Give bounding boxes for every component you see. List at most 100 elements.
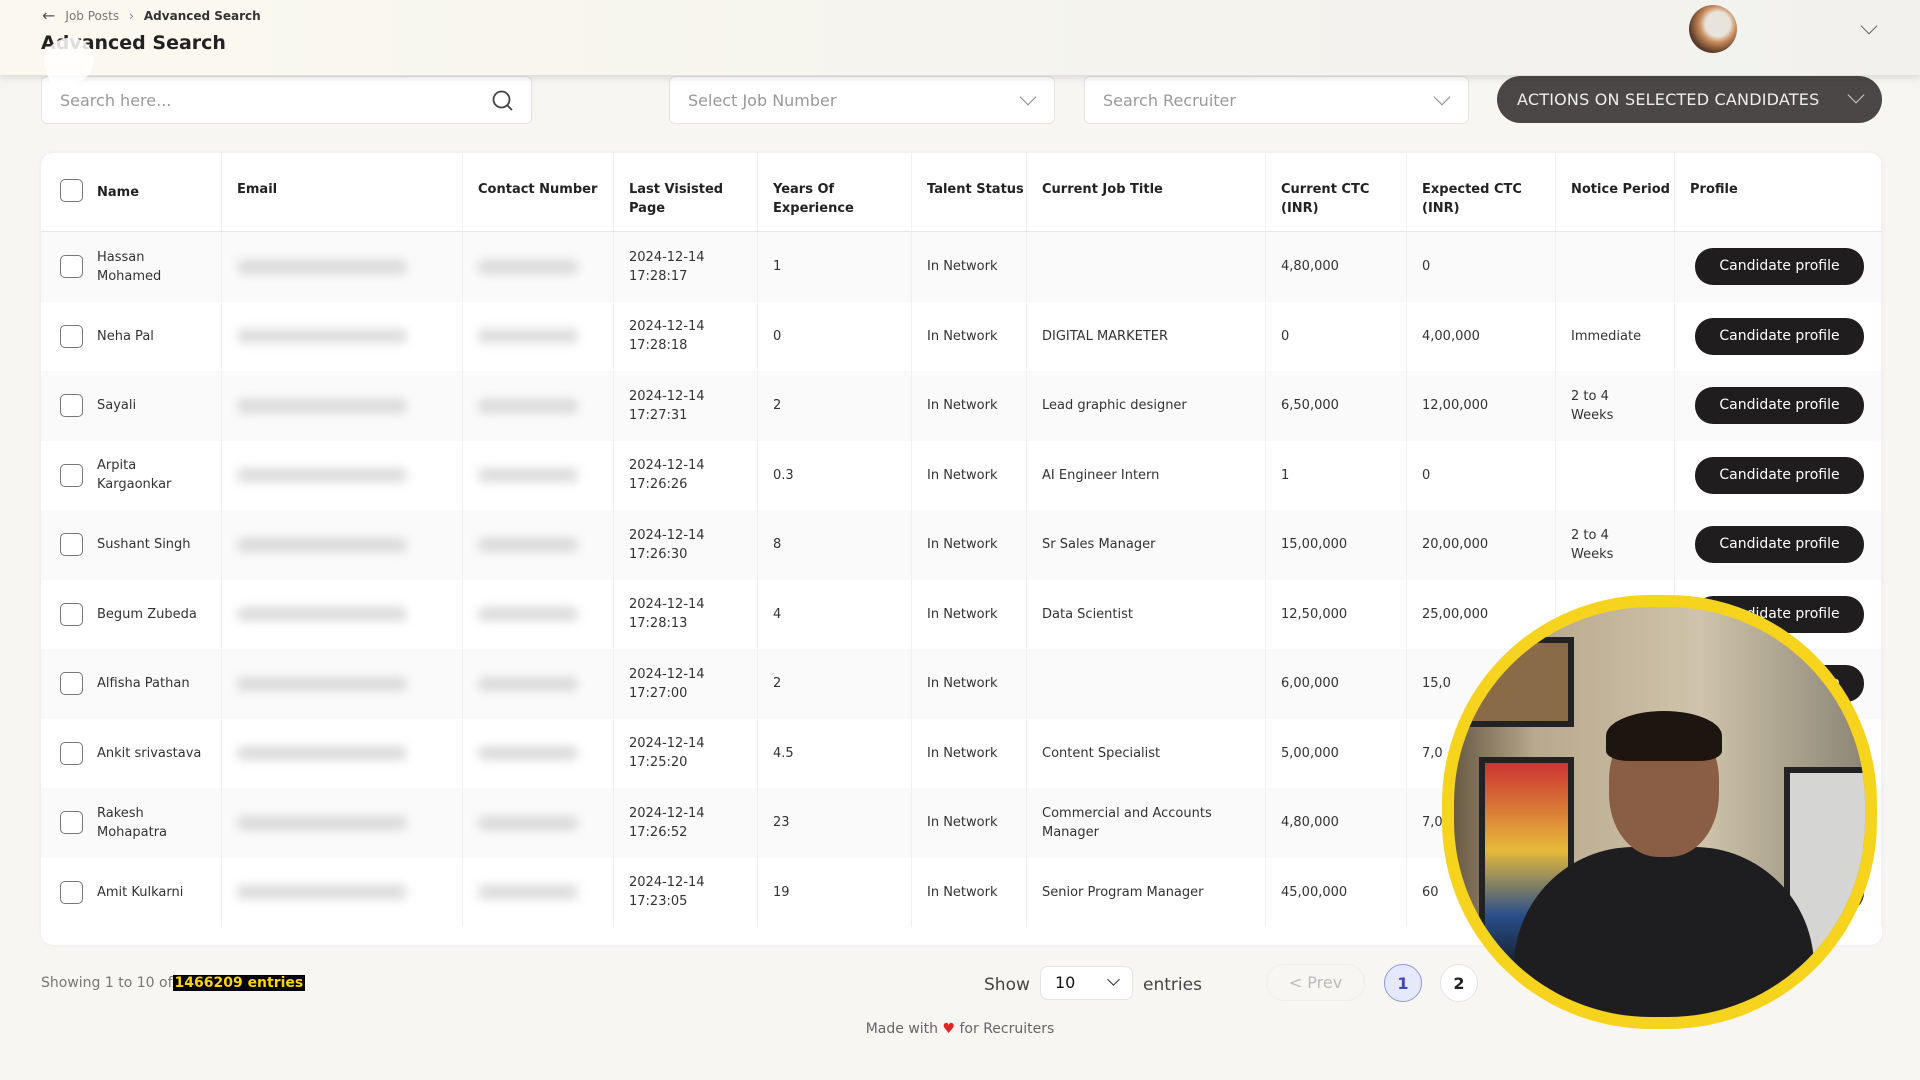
chevron-down-icon[interactable] [1860, 17, 1878, 35]
page-size-select[interactable]: 10 [1040, 966, 1133, 1000]
cur-value: 4,80,000 [1281, 259, 1339, 275]
candidate-profile-button[interactable]: Candidate profile [1695, 456, 1864, 494]
candidate-name: Rakesh Mohapatra [97, 805, 168, 840]
column-header: Current CTC (INR) [1266, 153, 1407, 231]
breadcrumb-current: Advanced Search [143, 8, 261, 23]
table-cell: 2024-12-14 17:27:00 [614, 649, 758, 719]
table-cell: 23 [758, 788, 912, 858]
candidate-profile-button[interactable]: Candidate profile [1695, 526, 1864, 564]
job-number-select[interactable]: Select Job Number [669, 76, 1055, 124]
table-cell: 4.5 [758, 718, 912, 788]
column-header-label: Notice Period [1571, 182, 1670, 197]
actions-on-selected-button[interactable]: ACTIONS ON SELECTED CANDIDATES [1497, 76, 1882, 123]
table-cell [222, 649, 463, 719]
made-with-text: Made with ♥ for Recruiters [855, 1021, 1065, 1037]
candidate-profile-button[interactable]: Candidate profile [1695, 248, 1864, 286]
webcam-overlay [1442, 595, 1877, 1029]
table-cell [463, 718, 614, 788]
job-number-placeholder: Select Job Number [688, 90, 837, 110]
breadcrumb-job-posts[interactable]: Job Posts [65, 9, 119, 23]
table-cell [222, 232, 463, 302]
column-header: Profile [1675, 153, 1882, 231]
redacted-email [237, 607, 407, 622]
row-checkbox[interactable] [60, 741, 83, 765]
avatar[interactable] [1689, 5, 1737, 53]
row-checkbox[interactable] [60, 463, 83, 487]
table-cell: 2024-12-14 17:25:20 [614, 718, 758, 788]
redacted-contact [478, 398, 578, 413]
candidate-name: Arpita Kargaonkar [97, 458, 172, 493]
cur-value: 15,00,000 [1281, 537, 1348, 553]
page-size-value: 10 [1055, 973, 1076, 992]
last-value: 2024-12-14 17:26:52 [629, 805, 705, 840]
title-value: Lead graphic designer [1042, 398, 1187, 414]
chevron-down-icon [1847, 86, 1865, 104]
table-cell: 2 [758, 649, 912, 719]
redacted-email [237, 468, 407, 483]
uplers-logo-watermark [37, 30, 101, 92]
search-icon[interactable] [491, 89, 515, 113]
status-value: In Network [927, 815, 998, 831]
exp-value: 20,00,000 [1422, 537, 1489, 553]
table-cell: 0 [1407, 232, 1556, 302]
redacted-email [237, 398, 407, 413]
search-input[interactable]: Search here... [41, 76, 532, 124]
table-cell: Alfisha Pathan [41, 649, 222, 719]
table-cell: Sr Sales Manager [1027, 510, 1266, 580]
status-value: In Network [927, 259, 998, 275]
redacted-contact [478, 468, 578, 483]
table-cell [222, 510, 463, 580]
breadcrumb: ← Job Posts › Advanced Search [42, 6, 261, 25]
redacted-contact [478, 537, 578, 552]
row-checkbox[interactable] [60, 880, 83, 904]
row-checkbox[interactable] [60, 394, 83, 418]
last-value: 2024-12-14 17:25:20 [629, 736, 705, 771]
years-value: 23 [773, 815, 790, 831]
prev-page-button[interactable]: < Prev [1266, 964, 1365, 1001]
redacted-contact [478, 676, 578, 691]
title-value: Senior Program Manager [1042, 884, 1204, 900]
years-value: 0.3 [773, 467, 794, 483]
table-cell: 2 to 4 Weeks [1556, 371, 1675, 441]
table-cell [222, 301, 463, 371]
exp-value: 0 [1422, 259, 1431, 275]
top-bar: ← Job Posts › Advanced Search Advanced S… [0, 0, 1920, 92]
table-cell: Commercial and Accounts Manager [1027, 788, 1266, 858]
table-row: Neha Pal 2024-12-14 17:28:18 0 In Network DI… [41, 301, 1882, 371]
candidate-name: Begum Zubeda [97, 606, 197, 622]
years-value: 4.5 [773, 745, 794, 761]
page-2-button[interactable]: 2 [1440, 964, 1478, 1002]
redacted-contact [478, 815, 578, 830]
row-checkbox[interactable] [60, 672, 83, 696]
wall-picture [1464, 637, 1574, 727]
cur-value: 45,00,000 [1281, 884, 1348, 900]
row-checkbox[interactable] [60, 255, 83, 279]
table-cell: 0 [1266, 301, 1407, 371]
redacted-contact [478, 329, 578, 344]
exp-value: 15,0 [1422, 676, 1451, 692]
row-checkbox[interactable] [60, 602, 83, 626]
last-value: 2024-12-14 17:27:31 [629, 388, 705, 423]
row-checkbox[interactable] [60, 533, 83, 557]
candidate-name: Hassan Mohamed [97, 249, 162, 284]
made-with-prefix: Made with [865, 1021, 939, 1037]
years-value: 0 [773, 328, 782, 344]
table-cell: Candidate profile [1675, 371, 1882, 441]
row-checkbox[interactable] [60, 324, 83, 348]
column-header-label: Last Visisted Page [629, 182, 724, 216]
candidate-name: Amit Kulkarni [97, 884, 184, 900]
column-header-label: Expected CTC (INR) [1422, 182, 1522, 216]
select-all-checkbox[interactable] [60, 179, 83, 202]
years-value: 2 [773, 676, 782, 692]
page-1-button[interactable]: 1 [1384, 964, 1422, 1002]
chevron-right-icon: › [129, 8, 134, 23]
row-checkbox[interactable] [60, 811, 83, 835]
candidate-profile-button[interactable]: Candidate profile [1695, 387, 1864, 425]
recruiter-placeholder: Search Recruiter [1103, 90, 1236, 110]
table-cell: AI Engineer Intern [1027, 440, 1266, 510]
table-cell: 6,00,000 [1266, 649, 1407, 719]
back-arrow-icon[interactable]: ← [42, 6, 55, 25]
candidate-profile-button[interactable]: Candidate profile [1695, 317, 1864, 355]
redacted-email [237, 885, 407, 900]
recruiter-select[interactable]: Search Recruiter [1084, 76, 1469, 124]
